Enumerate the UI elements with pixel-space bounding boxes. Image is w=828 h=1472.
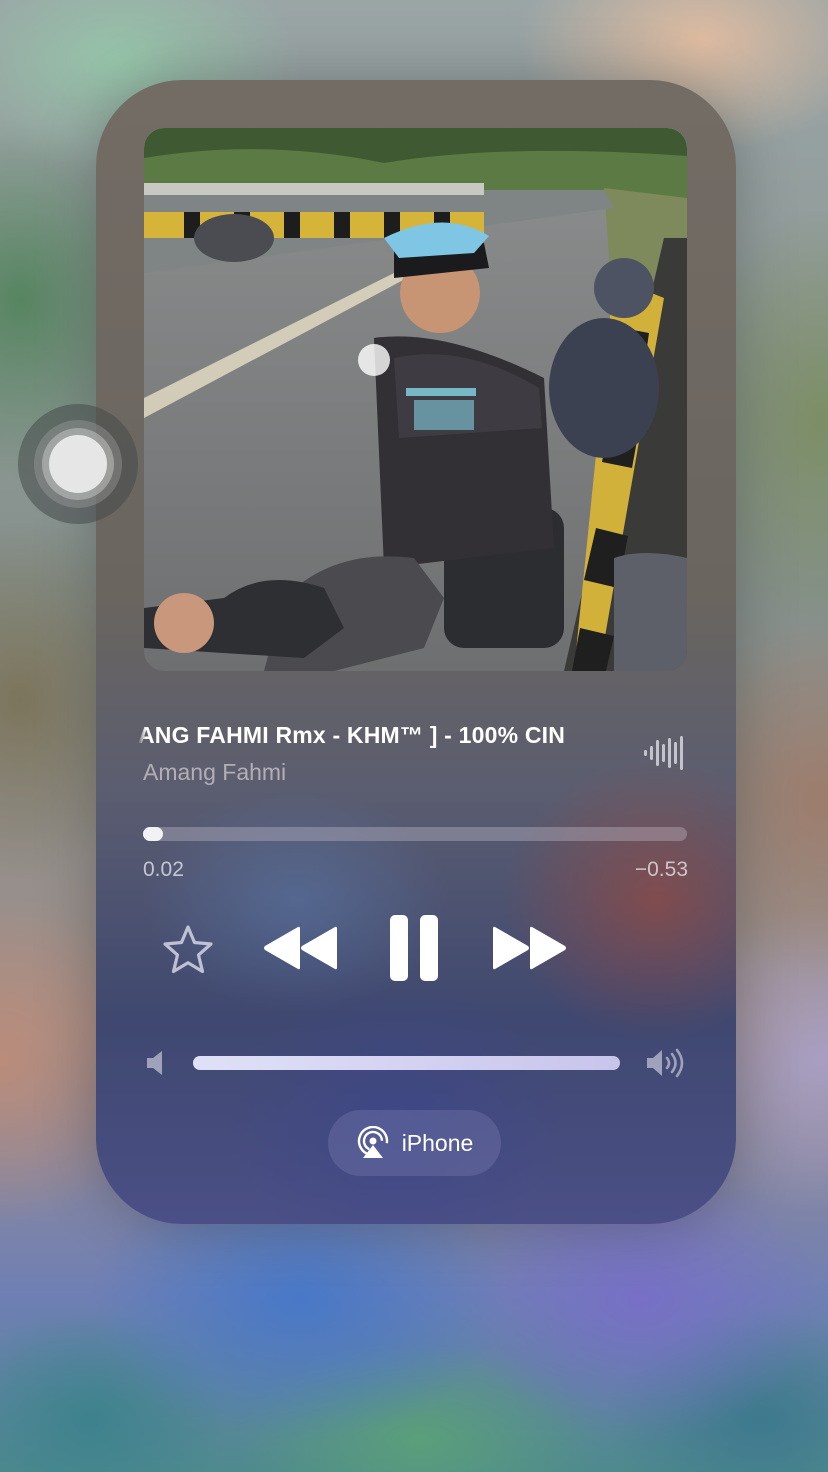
airplay-output-button[interactable]: iPhone — [328, 1110, 501, 1176]
playback-scrubber[interactable] — [143, 827, 687, 841]
time-remaining: −0.53 — [634, 858, 688, 881]
speaker-high-icon — [647, 1048, 684, 1078]
assistive-touch-icon — [34, 420, 122, 508]
volume-fill — [193, 1056, 620, 1070]
speaker-low-icon — [147, 1051, 162, 1075]
time-elapsed: 0.02 — [143, 858, 184, 881]
pause-icon — [390, 915, 438, 981]
assistive-touch-button[interactable] — [18, 404, 138, 524]
pause-button[interactable] — [382, 910, 446, 986]
favorite-button[interactable] — [158, 920, 218, 980]
airplay-device-label: iPhone — [401, 1129, 474, 1156]
track-artist[interactable]: Amang Fahmi — [143, 759, 286, 786]
airplay-icon — [357, 1126, 388, 1158]
volume-max-button[interactable] — [644, 1046, 688, 1080]
track-title[interactable]: ANG FAHMI Rmx - KHM™ ] - 100% CIN — [138, 722, 618, 756]
fast-forward-icon — [493, 926, 566, 970]
now-playing-card: ANG FAHMI Rmx - KHM™ ] - 100% CIN Amang … — [96, 80, 736, 1224]
volume-slider[interactable] — [193, 1056, 620, 1070]
previous-track-button[interactable] — [260, 918, 340, 978]
rewind-icon — [264, 926, 337, 970]
assistive-touch-inner-ring — [42, 428, 114, 500]
playback-progress-fill — [143, 827, 164, 841]
album-artwork[interactable] — [144, 128, 687, 671]
star-icon — [163, 925, 213, 974]
next-track-button[interactable] — [490, 918, 570, 978]
waveform-icon — [644, 736, 683, 770]
assistive-touch-core — [49, 435, 107, 493]
volume-min-button[interactable] — [144, 1048, 166, 1078]
album-artwork-image — [144, 128, 687, 671]
control-center-screen: ANG FAHMI Rmx - KHM™ ] - 100% CIN Amang … — [0, 0, 828, 1472]
